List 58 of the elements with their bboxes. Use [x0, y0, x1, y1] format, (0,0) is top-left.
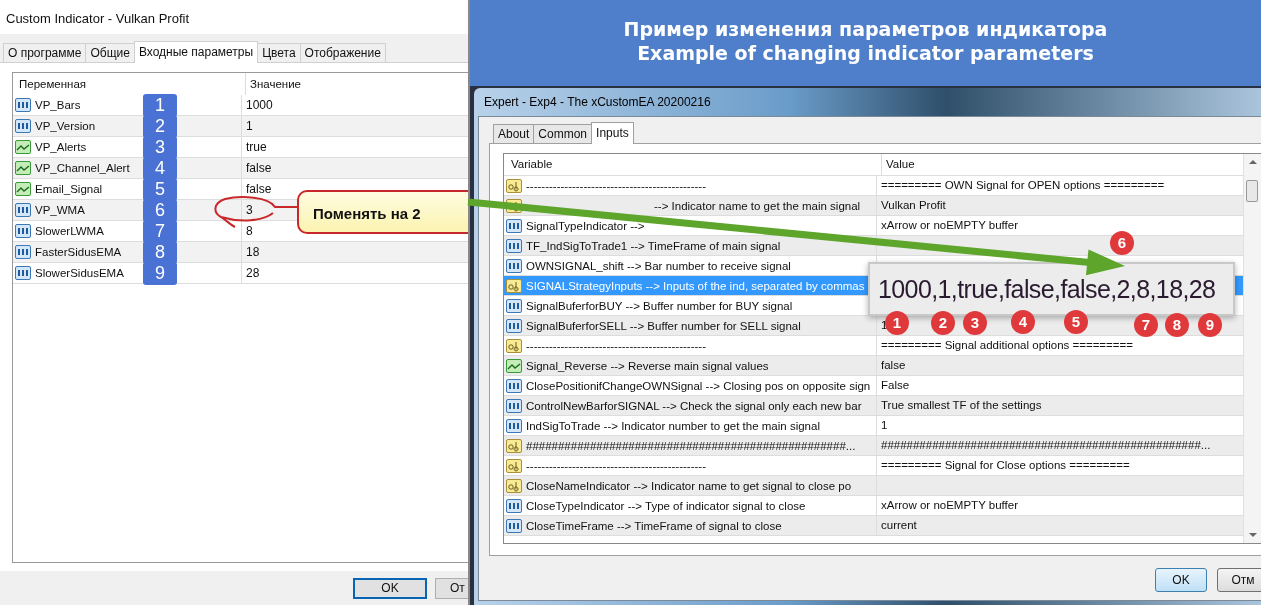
parameter-name: CloseTypeIndicator --> Type of indicator signal to close	[526, 499, 806, 512]
parameter-name: VP_Channel_Alert	[35, 162, 130, 174]
column-header: Значение	[249, 77, 302, 92]
parameter-name: CloseNameIndicator --> Indicator name to get signal to close po	[526, 479, 852, 492]
number-badge: 3	[143, 136, 177, 159]
parameter-name: -----------------------------------------------	[526, 459, 706, 472]
number-badge: 6	[143, 199, 177, 222]
number-badge: 2	[143, 115, 177, 138]
parameter-name: TF_IndSigToTrade1 --> TimeFrame of main signal	[526, 239, 781, 252]
parameter-value: xArrow or noEMPTY buffer	[881, 219, 1018, 231]
parameter-name: -----------------------------------------------	[526, 339, 706, 352]
number-badge: 5	[143, 178, 177, 201]
zoom-tooltip: 1000,1,true,false,false,2,8,18,28	[868, 262, 1235, 316]
parameter-name: --> Indicator name to get the main signal	[653, 199, 861, 212]
parameter-name: SignalTypeIndicator -->	[526, 219, 645, 232]
parameter-name: ##################################################...	[526, 439, 856, 452]
parameter-value: False	[881, 379, 910, 391]
callout-tooltip: Поменять на 2	[297, 190, 468, 234]
parameter-value: Vulkan Profit	[881, 199, 946, 211]
parameter-name: ClosePositionifChangeOWNSignal --> Closing pos on opposite sign	[526, 379, 871, 392]
parameter-value: ========= Signal additional options =========	[881, 339, 1133, 351]
number-badge: 4	[143, 157, 177, 180]
parameter-value: false	[881, 359, 906, 371]
parameter-name: FasterSidusEMA	[35, 246, 122, 258]
banner-heading: Example of changing indicator parameters	[637, 41, 1094, 65]
parameter-value: 1	[881, 419, 888, 431]
parameter-value: True smallest TF of the settings	[881, 399, 1042, 411]
parameter-value: ========= Signal for Close options =========	[881, 459, 1130, 471]
banner-heading: Пример изменения параметров индикатора	[623, 17, 1108, 41]
parameter-name: VP_Alerts	[35, 141, 87, 153]
parameter-name: Signal_Reverse --> Reverse main signal values	[526, 359, 769, 372]
number-badge: 9	[143, 262, 177, 285]
number-badge: 7	[143, 220, 177, 243]
parameter-name: SlowerSidusEMA	[35, 267, 124, 279]
number-badge: 8	[143, 241, 177, 264]
column-header: Value	[885, 157, 916, 172]
column-header: Variable	[504, 154, 882, 175]
parameter-value: ##################################################...	[881, 439, 1211, 451]
parameter-name: CloseTimeFrame --> TimeFrame of signal to close	[526, 519, 782, 532]
parameter-name: SignalBuferforBUY --> Buffer number for BUY signal	[526, 299, 793, 312]
parameter-value: xArrow or noEMPTY buffer	[881, 499, 1018, 511]
parameter-value: current	[881, 519, 917, 531]
parameter-name: SignalBuferforSELL --> Buffer number for SELL signal	[526, 319, 801, 332]
parameter-name: SlowerLWMA	[35, 225, 104, 237]
number-badge: 1	[143, 94, 177, 117]
parameter-name: ControlNewBarforSIGNAL --> Check the signal only each new bar	[526, 399, 862, 412]
parameter-name: VP_WMA	[35, 204, 85, 216]
parameter-name: IndSigToTrade --> Indicator number to get the main signal	[526, 419, 820, 432]
window-title: Expert - Exp4 - The xCustomEA 20200216	[483, 94, 712, 111]
parameter-name: VP_Version	[35, 120, 96, 132]
parameter-name: SIGNALStrategyInputs --> Inputs of the ind, separated by commas	[526, 279, 865, 292]
parameter-name: OWNSIGNAL_shift --> Bar number to receive signal	[526, 259, 791, 272]
parameter-name: Email_Signal	[35, 183, 103, 195]
parameter-value: ========= OWN Signal for OPEN options =========	[881, 179, 1165, 191]
window-title: Custom Indicator - Vulkan Profit	[0, 0, 468, 34]
parameter-name: VP_Bars	[35, 99, 81, 111]
parameter-value: 1	[881, 319, 888, 331]
parameter-name: -----------------------------------------------	[526, 179, 706, 192]
